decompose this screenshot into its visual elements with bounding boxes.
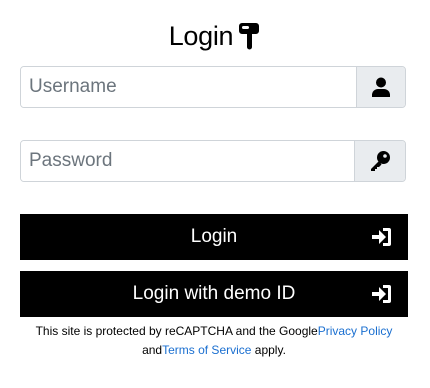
page-title: Login [168, 20, 234, 51]
password-field-group [20, 140, 406, 182]
password-addon [354, 141, 405, 181]
demo-login-button[interactable]: Login with demo ID [20, 271, 408, 317]
recaptcha-suffix: apply. [251, 343, 286, 357]
demo-login-button-label: Login with demo ID [132, 283, 296, 304]
sign-in-icon [372, 228, 391, 246]
hand-pointing-down-icon [239, 23, 260, 50]
terms-of-service-link[interactable]: Terms of Service [162, 343, 251, 357]
recaptcha-notice: This site is protected by reCAPTCHA and … [20, 322, 408, 360]
privacy-policy-link[interactable]: Privacy Policy [318, 324, 393, 338]
username-field-group [20, 66, 406, 108]
username-addon [356, 67, 405, 107]
recaptcha-prefix: This site is protected by reCAPTCHA and … [35, 324, 318, 338]
key-icon [371, 151, 390, 171]
login-button[interactable]: Login [20, 214, 408, 260]
sign-in-icon [372, 285, 391, 303]
password-input[interactable] [21, 141, 354, 181]
user-icon [372, 77, 390, 97]
page-header: Login [0, 18, 430, 54]
username-input[interactable] [21, 67, 356, 107]
recaptcha-middle: and [142, 343, 163, 357]
login-button-label: Login [190, 226, 238, 247]
